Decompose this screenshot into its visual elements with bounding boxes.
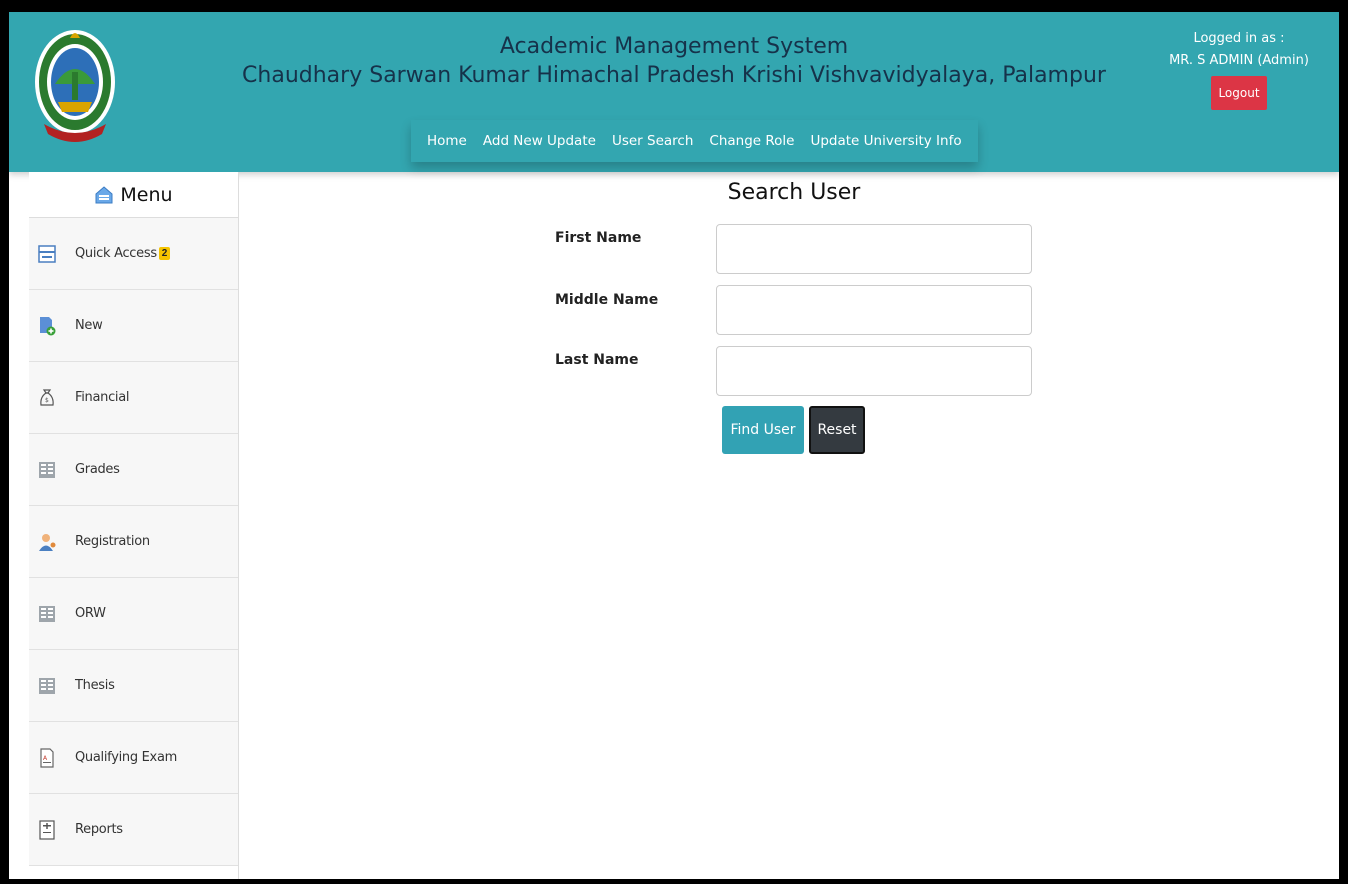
page-title: Search User — [727, 180, 861, 205]
sidebar-item-financial[interactable]: $ Financial — [29, 362, 238, 434]
money-bag-icon: $ — [40, 388, 54, 406]
nav-update-university-info[interactable]: Update University Info — [802, 133, 969, 149]
sidebar-item-new[interactable]: New — [29, 290, 238, 362]
sidebar-item-reports[interactable]: Reports — [29, 794, 238, 866]
sidebar-item-label: Registration — [75, 534, 150, 549]
user-icon — [39, 533, 56, 551]
grid-icon — [39, 461, 55, 478]
logout-button[interactable]: Logout — [1211, 76, 1267, 110]
menu-title: Menu — [120, 183, 173, 206]
sidebar: Menu Quick Access 2 New $ Financial Grad… — [29, 172, 239, 879]
menu-list: Quick Access 2 New $ Financial Grades Re… — [29, 217, 238, 866]
home-icon — [95, 185, 113, 203]
screen-frame: Academic Management System Chaudhary Sar… — [0, 0, 1348, 884]
last-name-field[interactable] — [716, 346, 1032, 396]
sidebar-item-label: Grades — [75, 462, 120, 477]
sidebar-item-label: Thesis — [75, 678, 115, 693]
sidebar-item-registration[interactable]: Registration — [29, 506, 238, 578]
reset-button[interactable]: Reset — [809, 406, 865, 454]
sidebar-item-label: Quick Access — [75, 246, 157, 261]
header-bar: Academic Management System Chaudhary Sar… — [9, 12, 1339, 172]
logged-in-label: Logged in as : — [1193, 31, 1285, 46]
svg-text:$: $ — [45, 397, 49, 404]
middle-name-label: Middle Name — [555, 292, 659, 308]
sidebar-item-label: New — [75, 318, 103, 333]
find-user-button[interactable]: Find User — [722, 406, 804, 454]
login-info: Logged in as : MR. S ADMIN (Admin) Logou… — [1149, 28, 1329, 110]
nav-add-new-update[interactable]: Add New Update — [475, 133, 604, 149]
new-document-icon — [40, 316, 56, 335]
report-icon — [39, 819, 55, 840]
quick-access-count-badge: 2 — [158, 247, 171, 260]
middle-name-field[interactable] — [716, 285, 1032, 335]
sidebar-item-label: Qualifying Exam — [75, 750, 177, 765]
sidebar-item-orw[interactable]: ORW — [29, 578, 238, 650]
university-name: Chaudhary Sarwan Kumar Himachal Pradesh … — [242, 63, 1106, 88]
sidebar-item-grades[interactable]: Grades — [29, 434, 238, 506]
grid-icon — [39, 677, 55, 694]
sidebar-item-qualifying-exam[interactable]: A Qualifying Exam — [29, 722, 238, 794]
sidebar-item-label: Financial — [75, 390, 130, 405]
first-name-field[interactable] — [716, 224, 1032, 274]
top-navigation: Home Add New Update User Search Change R… — [411, 120, 978, 162]
nav-change-role[interactable]: Change Role — [701, 133, 802, 149]
system-title: Academic Management System — [499, 34, 849, 59]
nav-user-search[interactable]: User Search — [604, 133, 701, 149]
app-window: Academic Management System Chaudhary Sar… — [9, 12, 1339, 879]
last-name-label: Last Name — [555, 352, 639, 368]
university-logo — [35, 30, 115, 142]
first-name-label: First Name — [555, 230, 642, 246]
user-name: MR. S ADMIN (Admin) — [1169, 53, 1309, 68]
quick-access-icon — [38, 244, 56, 263]
sidebar-item-thesis[interactable]: Thesis — [29, 650, 238, 722]
sidebar-item-quick-access[interactable]: Quick Access 2 — [29, 218, 238, 290]
exam-icon: A — [40, 747, 54, 768]
menu-header: Menu — [29, 172, 238, 217]
grid-icon — [39, 605, 55, 622]
nav-home[interactable]: Home — [419, 133, 475, 149]
sidebar-item-label: Reports — [75, 822, 123, 837]
sidebar-item-label: ORW — [75, 606, 106, 621]
app-title: Academic Management System Chaudhary Sar… — [209, 33, 1139, 91]
